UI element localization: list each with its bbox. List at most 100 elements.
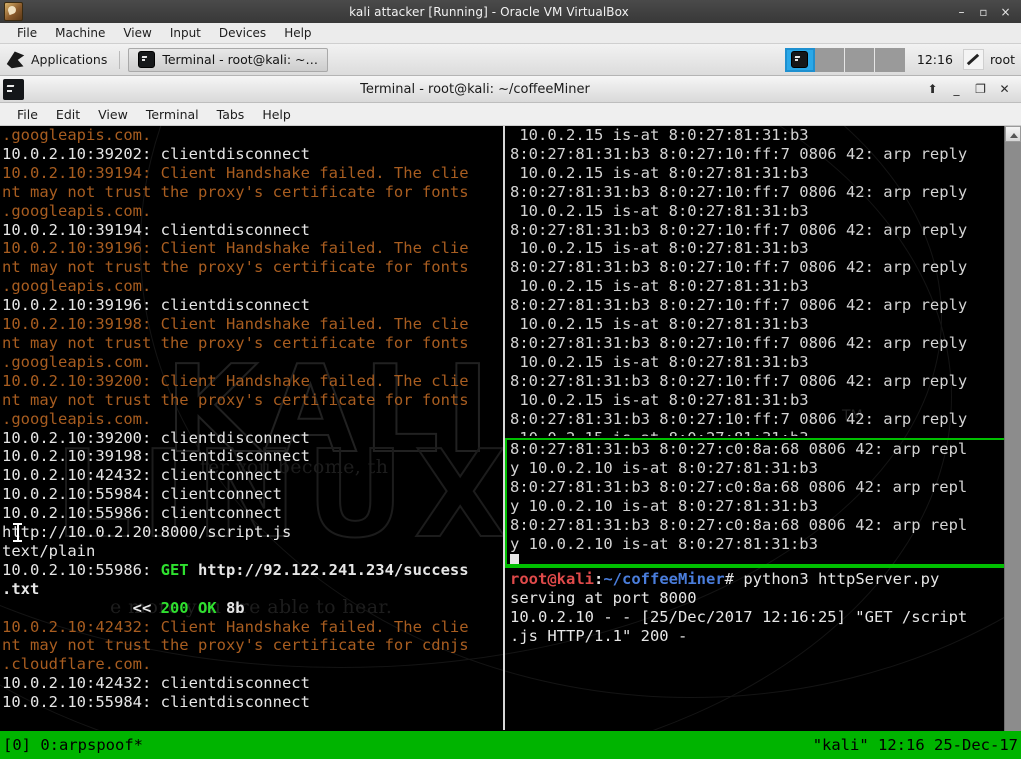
shade-button[interactable]: ⬆ [926,83,939,96]
menu-input[interactable]: Input [161,24,210,42]
virtualbox-window-controls: – ▫ × [955,6,1012,18]
terminal-menu-terminal[interactable]: Terminal [137,105,208,124]
terminal-line-segment: 10.0.2.10:42432: Client Handshake failed… [2,618,469,636]
close-button[interactable]: ✕ [998,83,1011,96]
terminal-window: Terminal - root@kali: ~/coffeeMiner ⬆ _ … [0,76,1021,759]
applications-menu-button[interactable]: Applications [0,44,115,75]
minimize-button[interactable]: – [955,6,968,18]
http-server-log: serving at port 8000 10.0.2.10 - - [25/D… [510,589,967,645]
terminal-line-segment: GET [161,561,198,579]
terminal-line-segment: 10.0.2.10:55984: clientdisconnect [2,693,310,711]
terminal-line-segment: .googleapis.com. [2,277,151,295]
maximize-button[interactable]: ❐ [974,83,987,96]
arpspoof-victim-output: 8:0:27:81:31:b3 8:0:27:c0:8a:68 0806 42:… [510,440,1004,566]
terminal-menu-edit[interactable]: Edit [47,105,89,124]
terminal-line-segment: .googleapis.com. [2,353,151,371]
arpspoof-victim-pane[interactable]: 8:0:27:81:31:b3 8:0:27:c0:8a:68 0806 42:… [505,438,1004,566]
terminal-line-segment: .googleapis.com. [2,126,151,144]
terminal-line-segment: http://10.0.2.20:8000/script.js [2,523,291,541]
terminal-line-segment: 10.0.2.10:42432: clientconnect [2,466,282,484]
terminal-menu-view[interactable]: View [89,105,137,124]
terminal-menubar: File Edit View Terminal Tabs Help [0,103,1021,126]
terminal-line-segment: .txt [2,580,39,598]
terminal-icon [3,79,24,100]
tmux-session-window-list[interactable]: [0] 0:arpspoof* [3,736,143,754]
terminal-line-segment: 10.0.2.10:39198: Client Handshake failed… [2,315,469,333]
terminal-icon [138,51,155,68]
text-cursor [510,554,519,566]
tmux-vertical-divider[interactable] [503,126,505,730]
terminal-line-segment: .googleapis.com. [2,410,151,428]
terminal-line-segment: 8b [226,599,245,617]
workspace-4[interactable] [875,48,905,72]
workspace-2[interactable] [815,48,845,72]
panel-clock[interactable]: 12:16 [911,52,959,67]
menu-help[interactable]: Help [275,24,320,42]
mitmproxy-pane[interactable]: .googleapis.com. 10.0.2.10:39202: client… [0,126,502,730]
http-server-output: root@kali:~/coffeeMiner# python3 httpSer… [510,570,1004,646]
terminal-line-segment: 10.0.2.10:39198: clientdisconnect [2,447,310,465]
screen-root: kali attacker [Running] - Oracle VM Virt… [0,0,1021,759]
menu-file[interactable]: File [8,24,46,42]
terminal-line-segment: text/plain [2,542,95,560]
terminal-line-segment: 10.0.2.10:39200: Client Handshake failed… [2,372,469,390]
terminal-line-segment: 200 OK [161,599,226,617]
terminal-line-segment: << [2,599,161,617]
terminal-line-segment: .cloudflare.com. [2,655,151,673]
panel-username[interactable]: root [988,52,1021,67]
terminal-menu-tabs[interactable]: Tabs [208,105,254,124]
applications-menu-label: Applications [31,52,107,67]
mitmproxy-output: .googleapis.com. 10.0.2.10:39202: client… [2,126,500,712]
close-button[interactable]: × [999,6,1012,18]
terminal-line-segment: 10.0.2.10:55984: clientconnect [2,485,282,503]
panel-separator [119,51,120,69]
terminal-scrollbar[interactable] [1004,126,1021,759]
menu-view[interactable]: View [114,24,160,42]
maximize-button[interactable]: ▫ [977,6,990,18]
arpspoof-gateway-pane[interactable]: 10.0.2.15 is-at 8:0:27:81:31:b3 8:0:27:8… [507,126,1004,436]
minimize-button[interactable]: _ [950,83,963,96]
menu-machine[interactable]: Machine [46,24,114,42]
tmux-panes: .googleapis.com. 10.0.2.10:39202: client… [0,126,1004,730]
menu-devices[interactable]: Devices [210,24,275,42]
terminal-line-segment: .googleapis.com. [2,202,151,220]
terminal-line-segment: nt may not trust the proxy's certificate… [2,391,469,409]
kali-dragon-icon [6,50,25,69]
prompt-sigil: # [725,570,744,588]
terminal-content[interactable]: KALI LINUX TM ter you become, th e more … [0,126,1021,759]
pen-icon[interactable] [963,49,984,70]
taskbar-item-label: Terminal - root@kali: ~/... [162,52,318,67]
terminal-line-segment: 10.0.2.10:55986: [2,561,161,579]
terminal-line-segment: 10.0.2.10:39196: clientdisconnect [2,296,310,314]
terminal-line-segment: nt may not trust the proxy's certificate… [2,258,469,276]
terminal-titlebar: Terminal - root@kali: ~/coffeeMiner ⬆ _ … [0,76,1021,103]
tmux-status-right: "kali" 12:16 25-Dec-17 [813,736,1018,754]
prompt-path: ~/coffeeMiner [603,570,724,588]
tmux-horizontal-divider[interactable] [505,566,1004,568]
terminal-line-segment: 10.0.2.10:39196: Client Handshake failed… [2,239,469,257]
terminal-line-segment: 10.0.2.10:39194: Client Handshake failed… [2,164,469,182]
virtualbox-titlebar: kali attacker [Running] - Oracle VM Virt… [0,0,1021,24]
kali-desktop-panel: Applications Terminal - root@kali: ~/...… [0,44,1021,76]
terminal-icon [791,51,808,68]
terminal-line-segment: 10.0.2.10:39200: clientdisconnect [2,429,310,447]
http-server-pane[interactable]: root@kali:~/coffeeMiner# python3 httpSer… [507,570,1004,730]
prompt-command: python3 httpServer.py [743,570,939,588]
workspace-1[interactable] [785,48,815,72]
prompt-colon: : [594,570,603,588]
scroll-up-arrow-icon[interactable] [1005,126,1021,142]
terminal-line-segment: nt may not trust the proxy's certificate… [2,183,469,201]
arpspoof-gateway-output: 10.0.2.15 is-at 8:0:27:81:31:b3 8:0:27:8… [510,126,1004,436]
workspace-3[interactable] [845,48,875,72]
terminal-window-controls: ⬆ _ ❐ ✕ [926,83,1011,96]
virtualbox-menubar: File Machine View Input Devices Help [0,23,1021,44]
virtualbox-window-title: kali attacker [Running] - Oracle VM Virt… [23,5,955,19]
terminal-menu-file[interactable]: File [8,105,47,124]
terminal-menu-help[interactable]: Help [253,105,300,124]
terminal-line-segment: 10.0.2.10:39194: clientdisconnect [2,221,310,239]
terminal-window-title: Terminal - root@kali: ~/coffeeMiner [24,82,926,97]
terminal-line-segment: nt may not trust the proxy's certificate… [2,334,469,352]
taskbar-item-terminal[interactable]: Terminal - root@kali: ~/... [128,48,328,72]
terminal-line-segment: http://92.122.241.234/success [198,561,469,579]
terminal-line-segment: 10.0.2.10:55986: clientconnect [2,504,282,522]
